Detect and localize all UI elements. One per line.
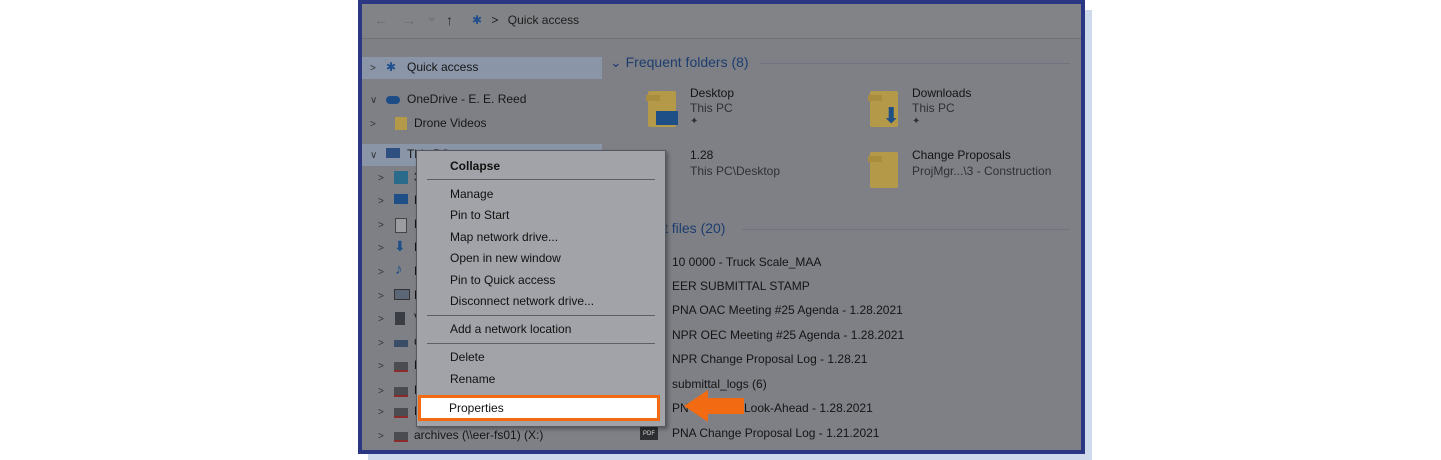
folder-title: Change Proposals xyxy=(912,148,1011,162)
pinned-icon: ✦ xyxy=(690,116,699,127)
navigation-bar: ← → ⌄ ↑ ✱ > Quick access xyxy=(362,4,1081,39)
folder-icon xyxy=(395,117,407,130)
menu-item-manage[interactable]: Manage xyxy=(450,187,493,201)
chevron-right-icon[interactable]: > xyxy=(378,314,384,325)
recent-file-item[interactable]: PNA OAC Meeting #25 Agenda - 1.28.2021 xyxy=(672,303,903,317)
recent-locations-chevron-icon[interactable]: ⌄ xyxy=(426,8,438,25)
sidebar-item-label: OneDrive - E. E. Reed xyxy=(407,92,527,106)
os-drive-icon xyxy=(394,340,408,347)
menu-separator xyxy=(427,315,655,316)
3d-objects-icon xyxy=(394,171,408,184)
videos-icon xyxy=(395,312,405,325)
menu-separator xyxy=(427,179,655,180)
pin-icon: ✱ xyxy=(386,60,397,74)
cloud-icon xyxy=(386,96,400,104)
recent-file-item[interactable]: EER SUBMITTAL STAMP xyxy=(672,279,810,293)
music-icon: ♪ xyxy=(395,261,403,278)
chevron-right-icon[interactable]: > xyxy=(378,431,384,442)
network-drive-icon xyxy=(394,362,408,372)
download-arrow-icon: ⬇ xyxy=(882,103,901,128)
sidebar-item-drone-videos[interactable]: > Drone Videos xyxy=(362,113,602,135)
menu-item-delete[interactable]: Delete xyxy=(450,350,485,364)
chevron-right-icon[interactable]: > xyxy=(378,291,384,302)
recent-file-item[interactable]: NPR OEC Meeting #25 Agenda - 1.28.2021 xyxy=(672,328,904,342)
back-arrow-icon[interactable]: ← xyxy=(374,12,388,28)
pin-icon: ✱ xyxy=(472,13,483,27)
pinned-icon: ✦ xyxy=(912,116,921,127)
frequent-folders-heading-text: Frequent folders (8) xyxy=(625,54,749,70)
chevron-right-icon[interactable]: > xyxy=(378,220,384,231)
breadcrumb[interactable]: ✱ > Quick access xyxy=(472,13,585,27)
chevron-right-icon[interactable]: > xyxy=(378,386,384,397)
sidebar-item-label: archives (\\eer-fs01) (X:) xyxy=(414,428,544,442)
frequent-folders-heading[interactable]: ⌄ Frequent folders (8) xyxy=(610,54,749,71)
recent-file-item[interactable]: PNA Change Proposal Log - 1.21.2021 xyxy=(672,426,879,440)
chevron-right-icon[interactable]: > xyxy=(378,243,384,254)
menu-item-add-network-location[interactable]: Add a network location xyxy=(450,322,571,336)
menu-item-disconnect-network-drive[interactable]: Disconnect network drive... xyxy=(450,294,594,308)
forward-arrow-icon[interactable]: → xyxy=(402,12,416,28)
chevron-right-icon[interactable]: > xyxy=(378,361,384,372)
network-drive-icon xyxy=(394,408,408,418)
chevron-down-icon[interactable]: ∨ xyxy=(370,150,377,161)
recent-file-item-tail[interactable]: Look-Ahead - 1.28.2021 xyxy=(744,401,873,415)
chevron-right-icon[interactable]: > xyxy=(378,338,384,349)
chevron-right-icon[interactable]: > xyxy=(378,407,384,418)
menu-item-collapse[interactable]: Collapse xyxy=(450,159,500,173)
menu-item-pin-to-start[interactable]: Pin to Start xyxy=(450,208,509,222)
pictures-icon xyxy=(394,289,410,300)
breadcrumb-separator: > xyxy=(491,13,499,27)
documents-icon xyxy=(395,218,407,233)
recent-file-item[interactable]: NPR Change Proposal Log - 1.28.21 xyxy=(672,352,867,366)
folder-location: This PC xyxy=(690,101,733,115)
section-divider xyxy=(742,229,1070,230)
folder-icon xyxy=(868,152,898,188)
menu-item-properties[interactable]: Properties xyxy=(449,401,504,415)
chevron-right-icon[interactable]: > xyxy=(378,196,384,207)
sidebar-item-archives[interactable]: > archives (\\eer-fs01) (X:) xyxy=(362,425,602,447)
callout-arrow-icon xyxy=(684,390,744,422)
chevron-right-icon[interactable]: > xyxy=(378,267,384,278)
folder-location: ProjMgr...\3 - Construction xyxy=(912,164,1052,178)
chevron-right-icon[interactable]: > xyxy=(378,173,384,184)
network-drive-icon xyxy=(394,387,408,397)
context-menu: Collapse Manage Pin to Start Map network… xyxy=(416,150,666,427)
menu-separator xyxy=(427,343,655,344)
downloads-icon: ⬇ xyxy=(394,238,406,254)
sidebar-item-quick-access[interactable]: > ✱ Quick access xyxy=(362,57,602,79)
folder-title: Downloads xyxy=(912,86,972,100)
chevron-down-icon[interactable]: ∨ xyxy=(370,95,377,106)
computer-icon xyxy=(386,148,400,158)
network-drive-icon xyxy=(394,432,408,442)
folder-icon: ⬇ xyxy=(868,91,901,128)
folder-location: This PC xyxy=(912,101,955,115)
sidebar-item-onedrive[interactable]: ∨ OneDrive - E. E. Reed xyxy=(362,89,602,111)
chevron-right-icon[interactable]: > xyxy=(370,63,376,74)
menu-item-open-new-window[interactable]: Open in new window xyxy=(450,251,561,265)
folder-title: 1.28 xyxy=(690,148,714,162)
recent-file-item[interactable]: 10 0000 - Truck Scale_MAA xyxy=(672,255,821,269)
folder-title: Desktop xyxy=(690,86,735,100)
folder-location: This PC\Desktop xyxy=(690,164,781,178)
recent-files-heading[interactable]: t files (20) xyxy=(664,220,725,236)
breadcrumb-quick-access[interactable]: Quick access xyxy=(508,13,579,27)
pdf-label: PDF xyxy=(643,431,655,437)
desktop-icon xyxy=(394,194,408,204)
menu-item-pin-quick-access[interactable]: Pin to Quick access xyxy=(450,273,555,287)
section-divider xyxy=(760,63,1070,64)
folder-icon xyxy=(646,91,678,127)
menu-item-map-network-drive[interactable]: Map network drive... xyxy=(450,230,558,244)
sidebar-item-label: Quick access xyxy=(407,60,479,74)
sidebar-item-label: Drone Videos xyxy=(414,116,487,130)
chevron-right-icon[interactable]: > xyxy=(370,119,376,130)
desktop-overlay-icon xyxy=(656,111,678,125)
menu-item-rename[interactable]: Rename xyxy=(450,372,495,386)
up-arrow-icon[interactable]: ↑ xyxy=(446,12,453,28)
chevron-down-icon: ⌄ xyxy=(610,54,622,70)
